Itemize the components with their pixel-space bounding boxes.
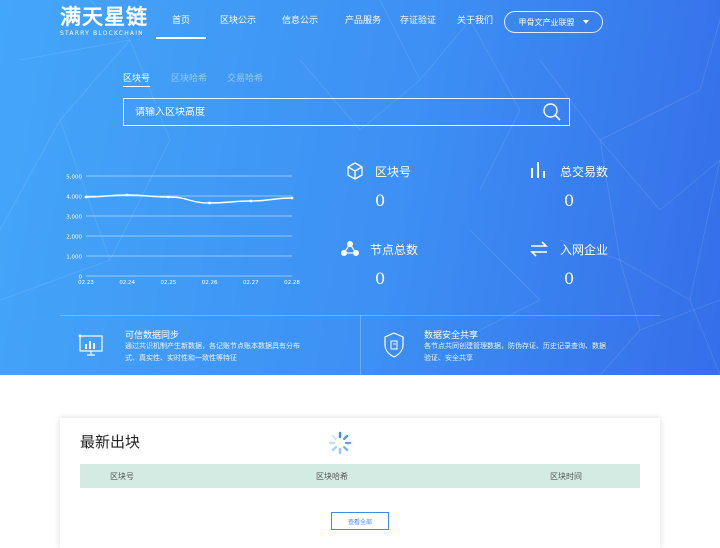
cube-icon bbox=[347, 162, 363, 180]
blocks-table-header: 区块号 区块哈希 区块时间 bbox=[80, 464, 640, 488]
search-input[interactable] bbox=[124, 106, 535, 118]
logo-subtitle: STARRY BLOCKCHAIN bbox=[60, 30, 144, 37]
feature-desc-sync-1: 通过共识机制产生新数据，各记账节点账本数据具有分布 bbox=[125, 342, 300, 350]
tab-tx-hash[interactable]: 交易哈希 bbox=[227, 71, 263, 84]
stat-value-nodes: 0 bbox=[375, 269, 386, 288]
stat-value-total-tx: 0 bbox=[564, 191, 575, 210]
feature-desc-security-2: 验证、安全共享 bbox=[424, 354, 473, 362]
nav-block-public[interactable]: 区块公示 bbox=[220, 13, 256, 26]
chart-data-point bbox=[125, 193, 129, 197]
chart-x-tick-label: 02.24 bbox=[119, 280, 135, 286]
chart-x-tick-label: 02.26 bbox=[202, 280, 218, 286]
chart-x-tick-label: 02.28 bbox=[284, 280, 300, 286]
column-block-time: 区块时间 bbox=[550, 472, 582, 481]
chart-data-point bbox=[290, 196, 294, 200]
chart-data-point bbox=[208, 201, 212, 205]
bar-chart-icon bbox=[531, 162, 545, 178]
tab-block-number[interactable]: 区块号 bbox=[123, 71, 151, 87]
monitor-chart-icon bbox=[78, 334, 103, 356]
block-chart: 5,0004,0003,0002,0001,000002.23 02.24 02.2… bbox=[66, 175, 300, 287]
logo-name: 满天星链 bbox=[60, 5, 148, 29]
column-block-hash: 区块哈希 bbox=[316, 472, 348, 481]
chart-data-point bbox=[167, 195, 170, 199]
stat-value-block-number: 0 bbox=[375, 191, 386, 210]
alliance-dropdown[interactable]: 甲骨文产业联盟 bbox=[504, 11, 603, 33]
chart-y-tick-label: 3,000 bbox=[66, 215, 82, 221]
view-all-button[interactable]: 查看全部 bbox=[331, 512, 389, 530]
feature-divider-vertical bbox=[360, 315, 361, 375]
stat-label-enterprises: 入网企业 bbox=[560, 243, 609, 257]
chevron-down-icon bbox=[582, 20, 589, 24]
nav-verify[interactable]: 存证验证 bbox=[400, 13, 436, 26]
alliance-label: 甲骨文产业联盟 bbox=[518, 17, 575, 27]
nav-home[interactable]: 首页 bbox=[155, 13, 207, 39]
chart-data-point bbox=[84, 195, 88, 199]
nav-about[interactable]: 关于我们 bbox=[457, 13, 493, 26]
column-block-number: 区块号 bbox=[110, 472, 134, 481]
feature-desc-security-1: 各节点共同创建管理数据，防伪存证、历史记录查询、数据 bbox=[424, 342, 606, 350]
loading-spinner-icon bbox=[328, 431, 352, 455]
nodes-icon bbox=[341, 241, 359, 256]
nav-products[interactable]: 产品服务 bbox=[345, 13, 381, 26]
feature-desc-sync-2: 式、真实性、实时性和一致性等特征 bbox=[125, 354, 237, 362]
exchange-icon bbox=[530, 241, 548, 257]
stat-label-block-number: 区块号 bbox=[375, 165, 412, 179]
chart-y-tick-label: 5,000 bbox=[66, 175, 82, 181]
site-logo[interactable]: 满天星链 STARRY BLOCKCHAIN bbox=[60, 5, 148, 37]
search-box bbox=[123, 98, 570, 126]
nav-info-public[interactable]: 信息公示 bbox=[282, 13, 318, 26]
hero-banner: 满天星链 STARRY BLOCKCHAIN 首页 区块公示 信息公示 产品服务… bbox=[0, 0, 720, 375]
chart-x-tick-label: 02.23 bbox=[78, 280, 94, 286]
chart-data-point bbox=[249, 199, 253, 203]
chart-x-tick-label: 02.27 bbox=[243, 280, 259, 286]
tab-block-hash[interactable]: 区块哈希 bbox=[171, 71, 207, 84]
chart-y-tick-label: 4,000 bbox=[66, 195, 82, 201]
chart-y-tick-label: 2,000 bbox=[66, 235, 82, 241]
chart-y-tick-label: 1,000 bbox=[66, 255, 82, 261]
stat-label-total-tx: 总交易数 bbox=[560, 165, 609, 179]
search-icon[interactable] bbox=[535, 99, 569, 125]
shield-data-icon bbox=[384, 332, 404, 358]
chart-x-tick-label: 02.25 bbox=[161, 280, 177, 286]
latest-blocks-card: 最新出块 区块号 区块哈希 区块时间 查看全部 bbox=[60, 418, 660, 548]
stat-value-enterprises: 0 bbox=[564, 269, 575, 288]
latest-blocks-title: 最新出块 bbox=[80, 433, 141, 451]
stat-label-nodes: 节点总数 bbox=[370, 243, 419, 257]
